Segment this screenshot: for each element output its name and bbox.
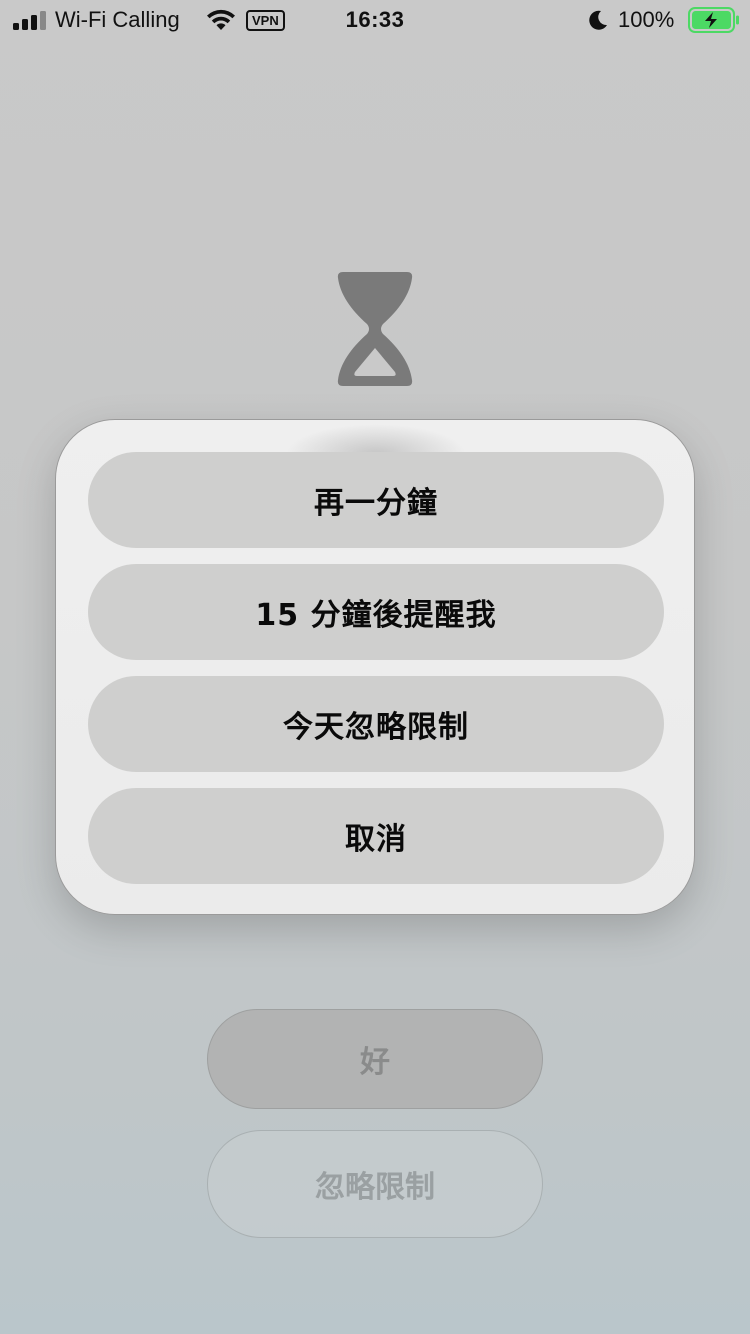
ignore-limit-button[interactable]: 忽略限制: [207, 1130, 543, 1238]
action-sheet: 再一分鐘 15 分鐘後提醒我 今天忽略限制 取消: [55, 419, 695, 915]
moon-icon: [589, 10, 607, 30]
battery-charging-icon: [688, 7, 739, 33]
remind-in-15-minutes-button[interactable]: 15 分鐘後提醒我: [88, 564, 664, 660]
cancel-button[interactable]: 取消: [88, 788, 664, 884]
hourglass-icon: [337, 272, 413, 386]
status-bar: Wi-Fi Calling VPN 16:33 100%: [0, 0, 750, 40]
battery-percentage: 100%: [618, 7, 675, 32]
one-more-minute-button[interactable]: 再一分鐘: [88, 452, 664, 548]
ignore-limit-today-button[interactable]: 今天忽略限制: [88, 676, 664, 772]
ok-button[interactable]: 好: [207, 1009, 543, 1109]
